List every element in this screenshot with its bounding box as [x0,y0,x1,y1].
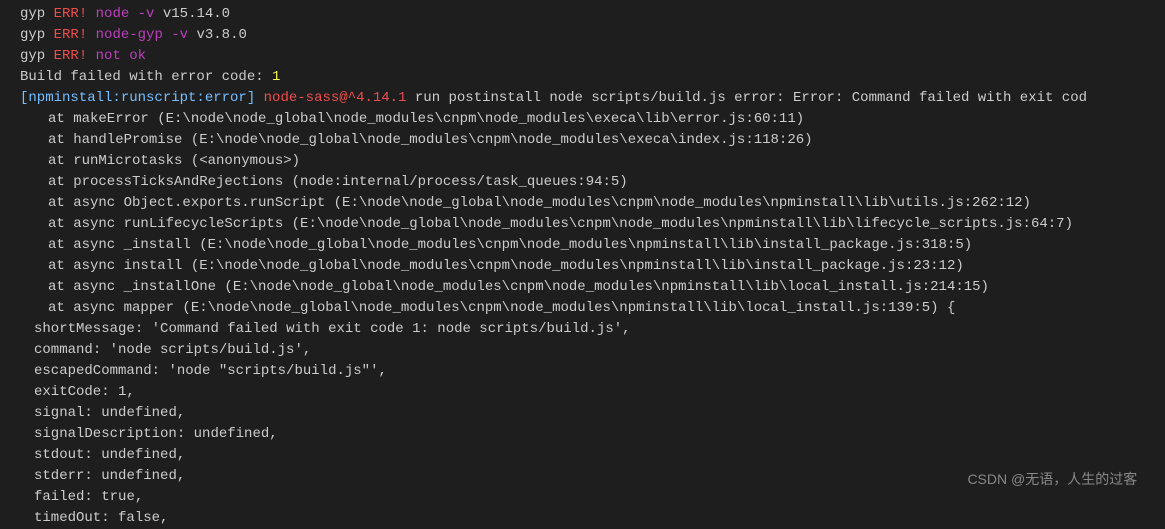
stack-trace-line: at processTicksAndRejections (node:inter… [0,172,1165,193]
error-property-line: shortMessage: 'Command failed with exit … [0,319,1165,340]
gyp-err-line: gyp ERR! not ok [0,46,1165,67]
gyp-field: not ok [96,48,146,64]
error-code: 1 [272,69,280,85]
gyp-value: v15.14.0 [163,6,230,22]
prop-value: false, [118,510,168,526]
stack-trace-line: at makeError (E:\node\node_global\node_m… [0,109,1165,130]
prop-value: 1, [118,384,135,400]
stack-trace-line: at async Object.exports.runScript (E:\no… [0,193,1165,214]
gyp-field: node -v [96,6,155,22]
error-property-line: failed: true, [0,487,1165,508]
prop-key: command [34,342,93,358]
error-property-line: signalDescription: undefined, [0,424,1165,445]
error-property-line: exitCode: 1, [0,382,1165,403]
prop-key: timedOut [34,510,101,526]
gyp-field: node-gyp -v [96,27,188,43]
prop-key: signalDescription [34,426,177,442]
stack-trace-line: at async install (E:\node\node_global\no… [0,256,1165,277]
error-property-line: timedOut: false, [0,508,1165,529]
gyp-err-line: gyp ERR! node -v v15.14.0 [0,4,1165,25]
stack-trace-line: at async _install (E:\node\node_global\n… [0,235,1165,256]
stack-trace-line: at runMicrotasks (<anonymous>) [0,151,1165,172]
prop-key: stderr [34,468,84,484]
npm-error-line: [npminstall:runscript:error] node-sass@^… [0,88,1165,109]
prop-value: 'node "scripts/build.js"', [168,363,386,379]
package-name: node-sass@^4.14.1 [264,90,407,106]
prop-key: signal [34,405,84,421]
gyp-prefix: gyp [20,27,45,43]
gyp-value: v3.8.0 [196,27,246,43]
err-label: ERR! [54,6,88,22]
prop-key: escapedCommand [34,363,152,379]
prop-key: failed [34,489,84,505]
prop-value: undefined, [101,447,185,463]
watermark-text: CSDN @无语，人生的过客​ ​ ​ [967,469,1145,490]
gyp-err-line: gyp ERR! node-gyp -v v3.8.0 [0,25,1165,46]
error-property-line: stdout: undefined, [0,445,1165,466]
prop-value: undefined, [194,426,278,442]
terminal-output: gyp ERR! node -v v15.14.0 gyp ERR! node-… [0,4,1165,529]
error-message: run postinstall node scripts/build.js er… [415,90,1087,106]
build-failed-text: Build failed with error code: [20,69,264,85]
error-property-line: command: 'node scripts/build.js', [0,340,1165,361]
stack-trace-line: at async runLifecycleScripts (E:\node\no… [0,214,1165,235]
prop-key: exitCode [34,384,101,400]
error-property-line: signal: undefined, [0,403,1165,424]
prop-value: true, [101,489,143,505]
npm-error-tag: [npminstall:runscript:error] [20,90,255,106]
prop-key: stdout [34,447,84,463]
gyp-prefix: gyp [20,6,45,22]
prop-value: undefined, [101,468,185,484]
stack-trace-line: at async _installOne (E:\node\node_globa… [0,277,1165,298]
build-failed-line: Build failed with error code: 1 [0,67,1165,88]
gyp-prefix: gyp [20,48,45,64]
prop-value: undefined, [101,405,185,421]
stack-trace-line: at handlePromise (E:\node\node_global\no… [0,130,1165,151]
stack-trace-line: at async mapper (E:\node\node_global\nod… [0,298,1165,319]
prop-key: shortMessage [34,321,135,337]
err-label: ERR! [54,27,88,43]
prop-value: 'Command failed with exit code 1: node s… [152,321,631,337]
err-label: ERR! [54,48,88,64]
error-property-line: escapedCommand: 'node "scripts/build.js"… [0,361,1165,382]
prop-value: 'node scripts/build.js', [110,342,312,358]
